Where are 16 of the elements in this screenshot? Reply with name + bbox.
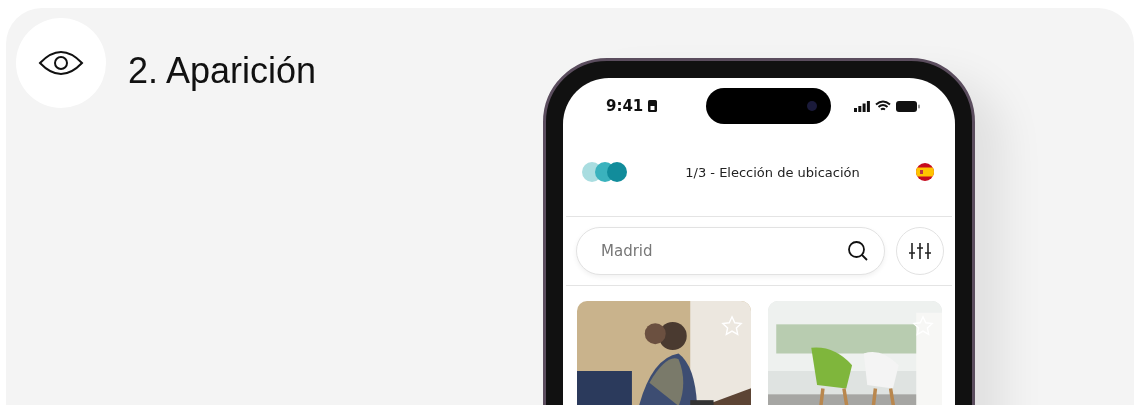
eye-icon (38, 49, 84, 77)
badge-icon (648, 100, 658, 112)
search-field[interactable]: Madrid (576, 227, 885, 275)
spain-flag-icon[interactable] (916, 163, 934, 181)
search-icon (847, 240, 869, 262)
status-time: 9:41 (606, 97, 644, 115)
wifi-icon (875, 100, 892, 112)
filter-button[interactable] (896, 227, 944, 275)
step-title: 1/3 - Elección de ubicación (684, 164, 861, 180)
logo-icon (581, 161, 629, 183)
star-icon[interactable] (721, 315, 743, 337)
signal-icon (854, 100, 871, 112)
battery-icon (896, 100, 921, 112)
star-icon[interactable] (912, 315, 934, 337)
section-title: 2. Aparición (128, 50, 317, 92)
sliders-icon (909, 242, 931, 260)
